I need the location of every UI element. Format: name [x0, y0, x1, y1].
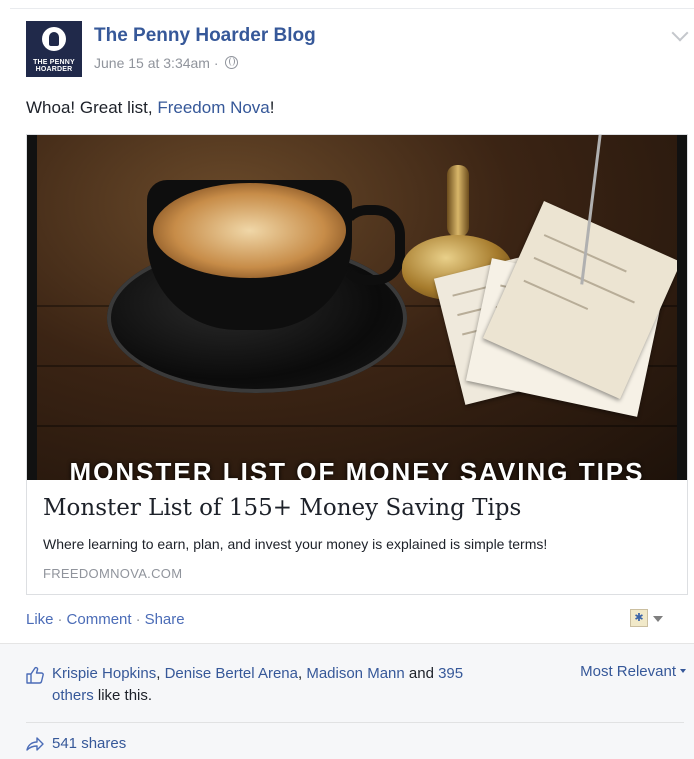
globe-icon[interactable] [225, 56, 239, 69]
page-avatar[interactable]: THE PENNY HOARDER [26, 21, 82, 77]
shares-count[interactable]: 541 shares [52, 735, 126, 752]
likes-and: and [404, 665, 439, 682]
share-arrow-icon [26, 737, 44, 751]
post-as-selector[interactable]: ✱ [630, 609, 670, 629]
latte-art [153, 183, 346, 278]
like-button[interactable]: Like [26, 611, 54, 628]
preview-title[interactable]: Monster List of 155+ Money Saving Tips [43, 495, 521, 521]
reactions-panel: Krispie Hopkins, Denise Bertel Arena, Ma… [0, 643, 694, 759]
caret-down-icon [653, 616, 663, 622]
chevron-down-icon[interactable] [671, 24, 689, 42]
divider [26, 722, 684, 723]
liker-name[interactable]: Krispie Hopkins [52, 665, 156, 682]
page-name-link[interactable]: The Penny Hoarder Blog [94, 25, 316, 47]
caret-down-icon [680, 669, 686, 673]
preview-photo: MONSTER LIST OF MONEY SAVING TIPS [37, 135, 677, 480]
post-meta: June 15 at 3:34am · [94, 55, 239, 71]
likes-sep: , [156, 665, 165, 682]
comment-button[interactable]: Comment [67, 611, 132, 628]
thumbs-up-icon[interactable] [26, 666, 44, 684]
post-message: Whoa! Great list, Freedom Nova! [26, 98, 275, 118]
share-button[interactable]: Share [145, 611, 185, 628]
likes-suffix: like this. [93, 687, 153, 704]
meta-dot: · [209, 55, 223, 71]
post-text-prefix: Whoa! Great list, [26, 98, 158, 117]
selector-avatar-icon: ✱ [630, 609, 648, 627]
post-card: THE PENNY HOARDER The Penny Hoarder Blog… [0, 9, 694, 759]
avatar-text: THE PENNY HOARDER [33, 59, 75, 73]
sort-label: Most Relevant [580, 663, 676, 680]
preview-image[interactable]: MONSTER LIST OF MONEY SAVING TIPS [27, 135, 687, 480]
post-text-suffix: ! [269, 98, 275, 117]
image-overlay-title: MONSTER LIST OF MONEY SAVING TIPS [69, 457, 645, 480]
action-separator: · [57, 611, 63, 628]
mention-link[interactable]: Freedom Nova [157, 98, 269, 117]
table-plank [37, 425, 677, 427]
link-preview[interactable]: MONSTER LIST OF MONEY SAVING TIPS Monste… [26, 134, 688, 595]
liker-name[interactable]: Denise Bertel Arena [165, 665, 298, 682]
sort-dropdown[interactable]: Most Relevant [580, 663, 686, 680]
liker-name[interactable]: Madison Mann [306, 665, 404, 682]
avatar-logo-icon [42, 27, 66, 51]
preview-description: Where learning to earn, plan, and invest… [43, 536, 548, 552]
preview-domain: FREEDOMNOVA.COM [43, 566, 183, 581]
action-separator: · [135, 611, 141, 628]
likes-summary: Krispie Hopkins, Denise Bertel Arena, Ma… [52, 663, 502, 707]
action-bar: Like · Comment · Share [26, 611, 185, 628]
bell-knob [447, 165, 469, 237]
post-timestamp[interactable]: June 15 at 3:34am [94, 55, 210, 71]
